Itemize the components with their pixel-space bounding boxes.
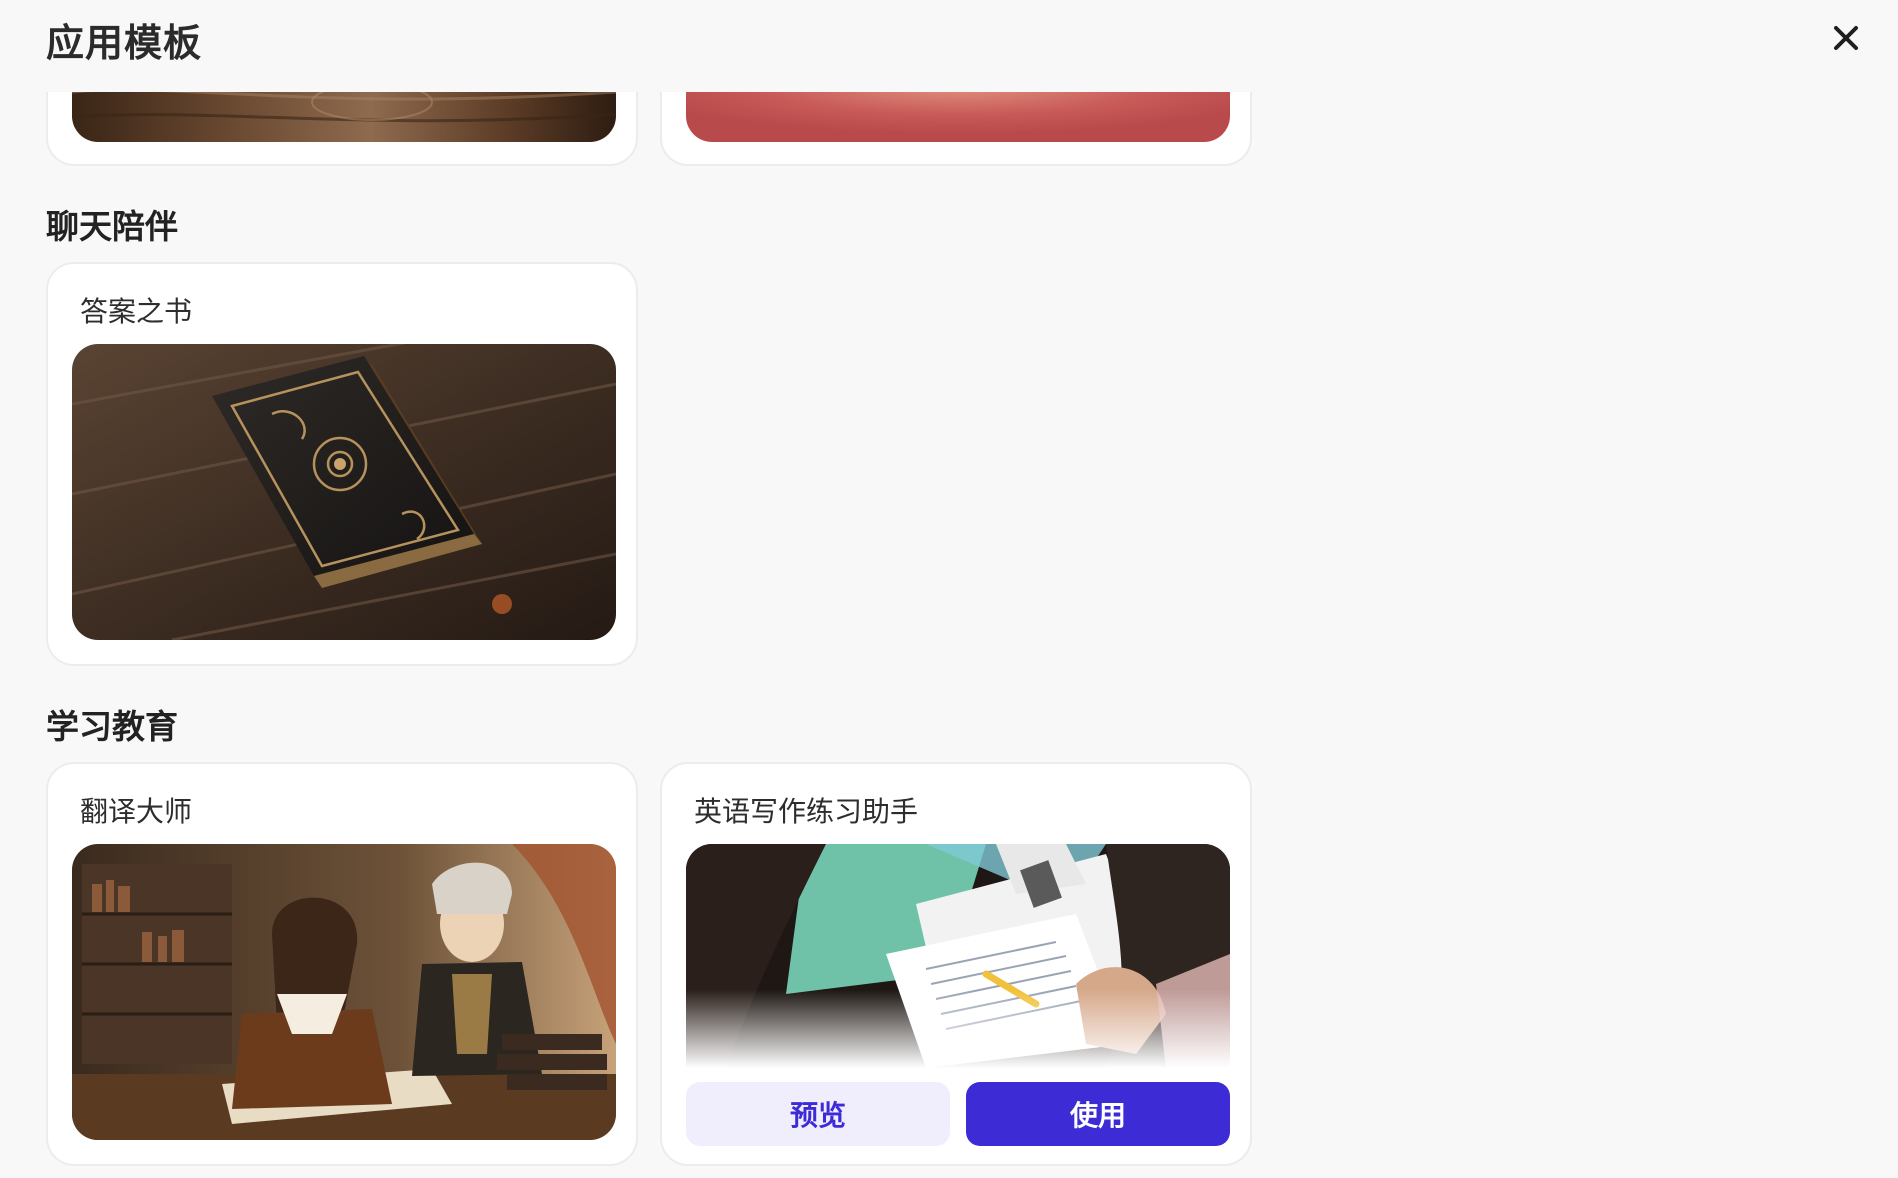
template-card-title: 英语写作练习助手 [694, 795, 919, 828]
use-button[interactable]: 使用 [966, 1082, 1230, 1146]
template-card-image [72, 844, 616, 1140]
template-list: 聊天陪伴 答案之书 学习教育 翻译大师 英语写作练习助手 预览 使用 [0, 0, 1898, 1178]
close-icon[interactable] [1828, 20, 1864, 56]
template-card[interactable]: 答案之书 [46, 262, 638, 666]
template-card-hovered[interactable]: 英语写作练习助手 预览 使用 [660, 762, 1252, 1166]
section-title-chat: 聊天陪伴 [46, 207, 178, 246]
template-card-image [686, 844, 1230, 1068]
modal-header: 应用模板 [0, 0, 1898, 92]
template-card-title: 答案之书 [80, 295, 193, 328]
template-card-image [72, 344, 616, 640]
template-card-title: 翻译大师 [80, 795, 193, 828]
section-title-education: 学习教育 [46, 707, 178, 746]
modal-title: 应用模板 [46, 21, 203, 65]
template-card[interactable]: 翻译大师 [46, 762, 638, 1166]
preview-button[interactable]: 预览 [686, 1082, 950, 1146]
